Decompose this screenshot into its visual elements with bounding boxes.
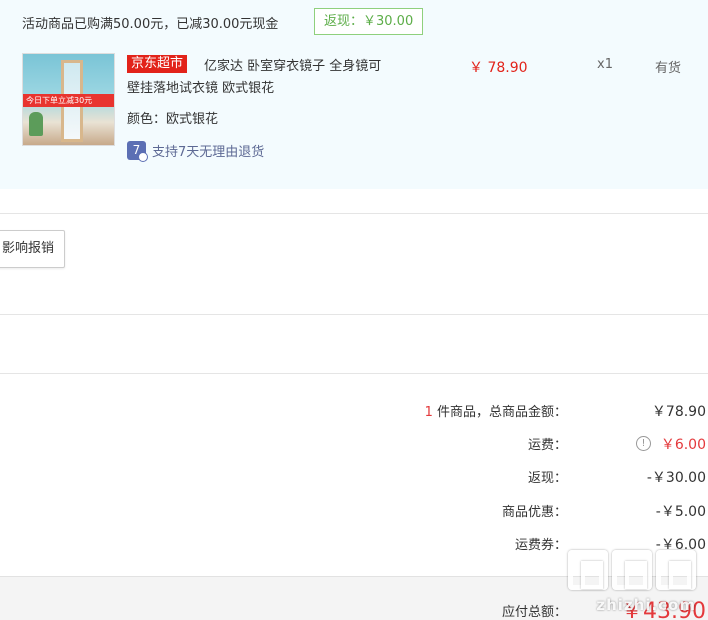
- watermark-glyph-icon: [612, 550, 652, 590]
- divider: [0, 373, 708, 374]
- stock-status: 有货: [655, 61, 682, 76]
- watermark-logo-icon: [568, 550, 696, 590]
- summary-cashback-row: 返现： -￥30.00: [0, 467, 708, 487]
- product-attribute: 颜色：欧式银花: [127, 112, 219, 127]
- cashback-badge: 返现：￥30.00: [314, 8, 424, 35]
- site-watermark: zhizhi.com: [552, 550, 702, 616]
- thumb-banner: 今日下单立减30元: [23, 94, 114, 107]
- watermark-glyph-icon: [568, 550, 608, 590]
- summary-goods-label: 1 件商品，总商品金额：: [425, 401, 567, 420]
- summary-goods-row: 1 件商品，总商品金额： ￥78.90: [0, 401, 708, 421]
- goods-label-text: 件商品，总商品金额：: [432, 405, 567, 420]
- summary-discount-label: 商品优惠：: [501, 505, 567, 520]
- product-price: ￥ 78.90: [469, 60, 528, 76]
- summary-shipping-row: 运费： ! ￥6.00: [0, 434, 708, 454]
- report-button[interactable]: 影响报销: [0, 230, 65, 268]
- product-thumbnail[interactable]: 今日下单立减30元: [22, 53, 115, 146]
- product-title-line2[interactable]: 壁挂落地试衣镜 欧式银花: [127, 77, 274, 96]
- divider: [0, 213, 708, 214]
- divider: [0, 314, 708, 315]
- product-title-line1[interactable]: 亿家达 卧室穿衣镜子 全身镜可: [204, 55, 381, 74]
- summary-cashback-label: 返现：: [527, 471, 567, 486]
- store-tag: 京东超市: [127, 55, 188, 73]
- plant-image: [29, 112, 43, 136]
- watermark-glyph-icon: [656, 550, 696, 590]
- summary-cashback-value: -￥30.00: [646, 470, 706, 486]
- summary-shipping-label: 运费：: [527, 438, 567, 453]
- watermark-text: zhizhi.com: [596, 596, 696, 614]
- summary-discount-row: 商品优惠： -￥5.00: [0, 501, 708, 521]
- promo-text: 活动商品已购满50.00元，已减30.00元现金: [22, 17, 279, 32]
- info-icon[interactable]: !: [636, 436, 651, 451]
- summary-discount-value: -￥5.00: [655, 504, 706, 520]
- cart-item-group: 活动商品已购满50.00元，已减30.00元现金 返现：￥30.00 今日下单立…: [0, 0, 708, 189]
- summary-goods-value: ￥78.90: [651, 404, 706, 420]
- product-quantity: x1: [597, 57, 613, 72]
- return-policy-text: 支持7天无理由退货: [152, 144, 265, 160]
- summary-shipping-value: ￥6.00: [660, 437, 706, 453]
- seven-day-return-icon: 7: [127, 140, 148, 162]
- return-policy: 7 支持7天无理由退货: [127, 140, 265, 162]
- item-count: 1: [424, 405, 433, 420]
